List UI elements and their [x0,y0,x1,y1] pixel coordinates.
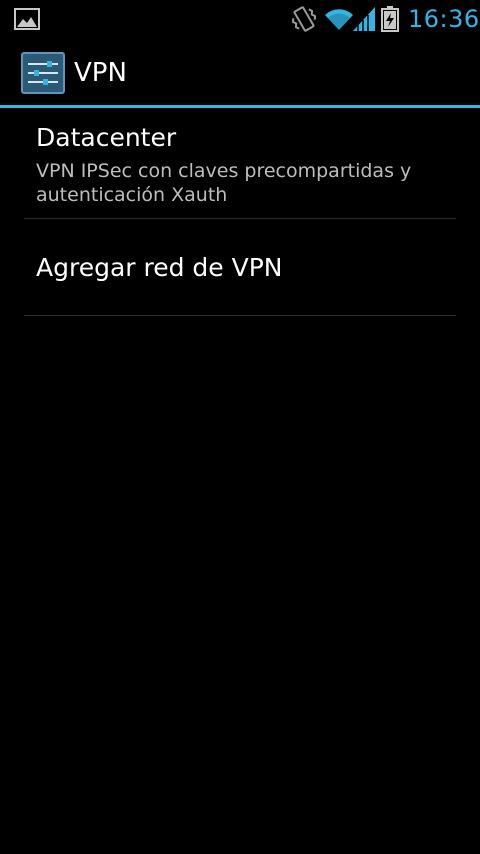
vpn-profile-title: Datacenter [36,123,177,152]
add-vpn-network-label: Agregar red de VPN [36,253,283,282]
wifi-icon [325,9,353,30]
signal-icon [353,7,375,31]
battery-charging-icon [381,6,399,32]
vpn-profile-summary: VPN IPSec con claves precompartidas y au… [36,160,412,206]
vpn-list: Datacenter VPN IPSec con claves precompa… [24,108,456,316]
vpn-profile-datacenter[interactable]: Datacenter VPN IPSec con claves precompa… [24,108,456,219]
settings-sliders-icon[interactable] [21,52,65,94]
vibrate-icon [291,6,317,32]
status-bar: 16:36 [0,0,480,38]
gallery-notification-icon[interactable] [14,8,40,30]
add-vpn-network-item[interactable]: Agregar red de VPN [24,219,456,316]
status-bar-clock: 16:36 [408,5,480,33]
action-bar: VPN [0,38,480,108]
page-title: VPN [74,58,127,88]
